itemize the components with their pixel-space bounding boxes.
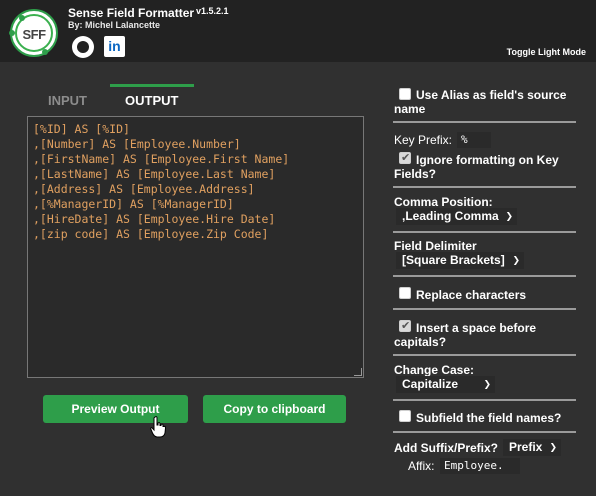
divider <box>393 399 576 401</box>
toggle-light-mode-link[interactable]: Toggle Light Mode <box>507 47 586 57</box>
tab-input[interactable]: INPUT <box>48 93 87 108</box>
ignore-formatting-label: Ignore formatting on Key Fields? <box>394 153 559 181</box>
linkedin-icon[interactable]: in <box>104 36 125 57</box>
divider <box>393 308 576 310</box>
change-case-label: Change Case: <box>394 363 475 377</box>
divider <box>393 186 576 188</box>
output-line: [%ID] AS [%ID] <box>33 122 130 136</box>
comma-position-select[interactable]: ,Leading Comma ❯ <box>396 208 517 225</box>
divider <box>393 431 576 433</box>
output-textarea[interactable]: [%ID] AS [%ID] ,[Number] AS [Employee.Nu… <box>27 116 364 378</box>
tab-output[interactable]: OUTPUT <box>125 93 178 108</box>
active-tab-indicator <box>110 84 194 87</box>
github-icon[interactable] <box>72 36 94 58</box>
output-line: ,[LastName] AS [Employee.Last Name] <box>33 167 276 181</box>
field-delimiter-value: [Square Brackets] <box>402 253 505 267</box>
key-prefix-label: Key Prefix: <box>394 133 453 147</box>
logo-dot-icon <box>19 15 25 21</box>
sff-logo-text: SFF <box>22 27 46 42</box>
suffix-prefix-value: Prefix <box>509 440 543 454</box>
copy-to-clipboard-button[interactable]: Copy to clipboard <box>203 395 346 423</box>
hand-cursor-icon <box>150 416 166 438</box>
comma-position-label: Comma Position: <box>394 195 493 209</box>
subfield-label: Subfield the field names? <box>416 411 562 425</box>
divider <box>393 354 576 356</box>
output-line: ,[Address] AS [Employee.Address] <box>33 182 255 196</box>
comma-position-value: ,Leading Comma <box>402 209 499 223</box>
sff-logo: SFF <box>9 9 58 57</box>
replace-characters-checkbox[interactable] <box>399 287 411 299</box>
output-line: ,[HireDate] AS [Employee.Hire Date] <box>33 212 276 226</box>
replace-characters-label: Replace characters <box>416 288 527 302</box>
logo-dot-icon <box>42 49 48 55</box>
output-line: ,[%ManagerID] AS [%ManagerID] <box>33 197 234 211</box>
affix-input[interactable]: Employee. <box>440 458 520 474</box>
insert-space-label: Insert a space before capitals? <box>394 321 537 349</box>
key-prefix-input[interactable]: % <box>457 132 491 148</box>
chevron-down-icon: ❯ <box>549 442 557 452</box>
app-header: SFF Sense Field Formatter v1.5.2.1 By: M… <box>0 0 596 62</box>
app-version: v1.5.2.1 <box>196 6 229 16</box>
change-case-value: Capitalize <box>402 377 459 391</box>
change-case-select[interactable]: Capitalize ❯ <box>396 376 495 393</box>
suffix-prefix-select[interactable]: Prefix ❯ <box>503 439 561 456</box>
resize-handle[interactable] <box>354 368 362 376</box>
chevron-down-icon: ❯ <box>505 211 513 221</box>
subfield-checkbox[interactable] <box>399 410 411 422</box>
divider <box>393 231 576 233</box>
divider <box>393 275 576 277</box>
output-line: ,[Number] AS [Employee.Number] <box>33 137 241 151</box>
suffix-prefix-label: Add Suffix/Prefix? <box>394 441 499 455</box>
field-delimiter-label: Field Delimiter <box>394 239 477 253</box>
use-alias-label: Use Alias as field's source name <box>394 88 567 116</box>
app-author: By: Michel Lalancette <box>68 20 161 30</box>
preview-output-button[interactable]: Preview Output <box>43 395 188 423</box>
field-delimiter-select[interactable]: [Square Brackets] ❯ <box>396 252 524 269</box>
chevron-down-icon: ❯ <box>483 379 491 389</box>
affix-label: Affix: <box>408 459 435 473</box>
logo-dot-icon <box>9 30 15 36</box>
output-line: ,[zip code] AS [Employee.Zip Code] <box>33 227 269 241</box>
app-title: Sense Field Formatter <box>68 6 195 20</box>
divider <box>393 121 576 123</box>
output-code: [%ID] AS [%ID] ,[Number] AS [Employee.Nu… <box>28 122 289 242</box>
output-line: ,[FirstName] AS [Employee.First Name] <box>33 152 290 166</box>
chevron-down-icon: ❯ <box>512 255 520 265</box>
